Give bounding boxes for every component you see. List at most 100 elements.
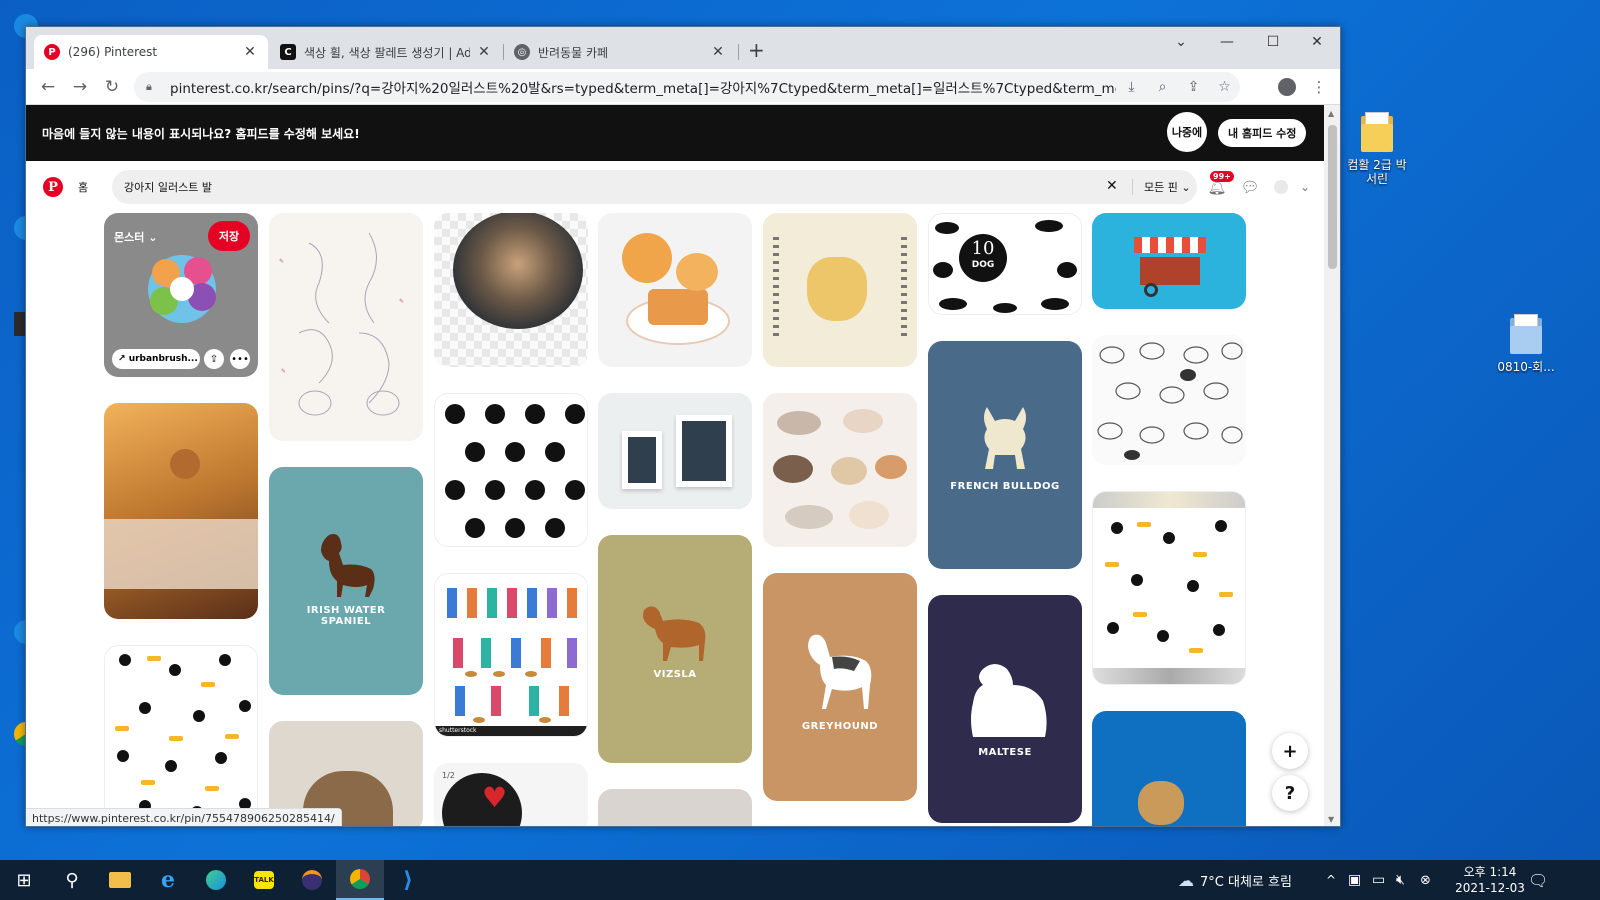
- pin-card-paw-bone-pattern[interactable]: [104, 645, 258, 825]
- pin-card-10-dog-silhouettes[interactable]: 10 DOG: [928, 213, 1082, 315]
- volume-muted-icon[interactable]: 🔇︎: [1396, 860, 1405, 900]
- dog-silhouette-icon: [643, 606, 706, 661]
- back-arrow-icon[interactable]: ←: [32, 77, 64, 97]
- pin-filter-dropdown[interactable]: 모든 핀 ⌄: [1144, 179, 1191, 195]
- pin-card-food-cart[interactable]: [1092, 213, 1246, 309]
- tab-adobe-color[interactable]: C 색상 휠, 색상 팔레트 생성기 | Ad ✕: [270, 35, 502, 69]
- account-chevron-down-icon[interactable]: ⌄: [1294, 177, 1316, 197]
- chrome-icon[interactable]: [336, 860, 384, 900]
- share-icon[interactable]: ⇪: [1178, 79, 1209, 95]
- pin-card-cats[interactable]: [763, 393, 917, 547]
- pin-card-i-love-frenchie[interactable]: 1/2 ♥: [434, 763, 588, 826]
- pin-card-cat-circle[interactable]: [434, 213, 588, 367]
- network-icon[interactable]: ▣: [1348, 860, 1361, 900]
- desktop-icon-folder-2[interactable]: 0810-회...: [1484, 314, 1568, 374]
- pin-card-maltese[interactable]: MALTESE: [928, 595, 1082, 823]
- browser-window: P (296) Pinterest ✕ C 색상 휠, 색상 팔레트 생성기 |…: [25, 26, 1341, 827]
- pin-card-sleeping-girl[interactable]: [104, 403, 258, 619]
- search-input[interactable]: 강아지 일러스트 발 ✕ 모든 핀 ⌄: [112, 170, 1197, 204]
- clock[interactable]: 오후 1:14 2021-12-03: [1455, 864, 1525, 896]
- scroll-up-arrow[interactable]: ▲: [1328, 109, 1334, 118]
- pin-card-photo[interactable]: [598, 789, 752, 826]
- home-link[interactable]: 홈: [78, 179, 88, 195]
- maximize-button[interactable]: ☐: [1250, 27, 1296, 57]
- pinterest-header: P 홈 강아지 일러스트 발 ✕ 모든 핀 ⌄ 🔔︎ 99+ 💬︎ ⌄: [26, 161, 1324, 213]
- pin-label-line2: SPANIEL: [320, 616, 372, 627]
- pin-card-people-walking-dogs[interactable]: shutterstock: [434, 573, 588, 737]
- girl-illustration: [622, 233, 672, 283]
- dog-illustration: [1138, 781, 1184, 825]
- edge-icon[interactable]: [192, 860, 240, 900]
- close-window-button[interactable]: ✕: [1294, 27, 1340, 57]
- pin-card-blue-dog[interactable]: [1092, 711, 1246, 826]
- install-app-icon[interactable]: ⤓: [1116, 79, 1147, 95]
- close-tab-icon[interactable]: ✕: [710, 44, 726, 60]
- pin-card-frames[interactable]: [598, 393, 752, 509]
- share-pin-icon[interactable]: ⇪: [204, 349, 224, 369]
- pinterest-icon: P: [44, 44, 60, 60]
- pin-card-sketch[interactable]: ✎ ✎ ✎: [269, 213, 423, 441]
- internet-explorer-icon[interactable]: e: [144, 860, 192, 900]
- pin-card-french-bulldog[interactable]: FRENCH BULLDOG: [928, 341, 1082, 569]
- avatar[interactable]: [1270, 177, 1292, 197]
- scroll-down-arrow[interactable]: ▼: [1328, 815, 1334, 824]
- file-explorer-icon[interactable]: [96, 860, 144, 900]
- page-scrollbar[interactable]: ▲ ▼: [1324, 105, 1340, 826]
- close-tab-icon[interactable]: ✕: [242, 44, 258, 60]
- pin-card-paw-bone-pattern-2[interactable]: [1092, 491, 1246, 685]
- pinterest-logo-icon[interactable]: P: [43, 177, 63, 197]
- bookmark-star-icon[interactable]: ☆: [1209, 79, 1240, 95]
- source-link[interactable]: ↗ urbanbrush...: [112, 349, 200, 369]
- url-text[interactable]: pinterest.co.kr/search/pins/?q=강아지%20일러스…: [170, 77, 1116, 97]
- help-button[interactable]: ?: [1272, 775, 1308, 811]
- pin-card-vizsla[interactable]: VIZSLA: [598, 535, 752, 763]
- address-bar[interactable]: 🔒︎ pinterest.co.kr/search/pins/?q=강아지%20…: [134, 72, 1240, 102]
- vscode-icon[interactable]: ⟩: [384, 860, 432, 900]
- display-icon[interactable]: ▭: [1372, 860, 1385, 900]
- close-tab-icon[interactable]: ✕: [476, 44, 492, 60]
- pin-card-girl-eating-toast[interactable]: [598, 213, 752, 367]
- create-button[interactable]: +: [1272, 733, 1308, 769]
- tab-title: 색상 휠, 색상 팔레트 생성기 | Ad: [304, 45, 470, 60]
- messages-icon[interactable]: 💬︎: [1239, 177, 1261, 197]
- pin-card-greyhound[interactable]: GREYHOUND: [763, 573, 917, 801]
- lock-icon: 🔒︎: [146, 80, 152, 93]
- save-button[interactable]: 저장: [208, 221, 250, 251]
- later-button[interactable]: 나중에: [1167, 112, 1207, 152]
- ime-icon[interactable]: ⊗: [1420, 860, 1431, 900]
- pin-card-dog-doodles[interactable]: [1092, 335, 1246, 465]
- profile-avatar-icon[interactable]: [1272, 69, 1302, 105]
- windows-start-icon[interactable]: ⊞: [0, 860, 48, 900]
- frame-small: [622, 431, 662, 489]
- weather-widget[interactable]: ☁ 7°C 대체로 흐림: [1178, 860, 1292, 900]
- tab-pinterest[interactable]: P (296) Pinterest ✕: [34, 35, 268, 69]
- shutterstock-bar: shutterstock: [435, 726, 587, 736]
- desktop-icon-folder-1[interactable]: 컴활 2급 박서린: [1335, 112, 1419, 186]
- time-text: 오후 1:14: [1463, 865, 1517, 879]
- heart-icon: ♥: [482, 781, 508, 814]
- tray-overflow-chevron-up-icon[interactable]: ^: [1326, 860, 1336, 900]
- pin-card-paw-logo[interactable]: 몬스터 ⌄ 저장 ↗ urbanbrush... ⇪ •••: [104, 213, 258, 377]
- search-icon[interactable]: ⚲: [48, 860, 96, 900]
- pin-card-paw-pattern[interactable]: [434, 393, 588, 547]
- pin-card-irish-water-spaniel[interactable]: IRISH WATER SPANIEL: [269, 467, 423, 695]
- pin-grid: 몬스터 ⌄ 저장 ↗ urbanbrush... ⇪ ••• ✎ ✎ ✎ IRI…: [26, 213, 1324, 826]
- new-tab-button[interactable]: +: [748, 40, 765, 60]
- tab-search-icon[interactable]: ⌄: [1158, 27, 1204, 57]
- clear-search-icon[interactable]: ✕: [1106, 178, 1118, 194]
- board-selector[interactable]: 몬스터 ⌄: [114, 229, 157, 245]
- minimize-button[interactable]: —: [1204, 27, 1250, 57]
- menu-kebab-icon[interactable]: ⋮: [1304, 69, 1334, 105]
- tab-strip: P (296) Pinterest ✕ C 색상 휠, 색상 팔레트 생성기 |…: [26, 27, 1340, 69]
- edit-homefeed-button[interactable]: 내 홈피드 수정: [1218, 119, 1307, 147]
- action-center-icon[interactable]: 🗨︎: [1528, 860, 1548, 900]
- forward-arrow-icon[interactable]: →: [64, 77, 96, 97]
- tab-pet-cafe[interactable]: ◎ 반려동물 카페 ✕: [504, 35, 736, 69]
- scrollbar-thumb[interactable]: [1328, 125, 1337, 269]
- eclipse-icon[interactable]: [288, 860, 336, 900]
- pin-card-shiba-poem[interactable]: [763, 213, 917, 367]
- kakaotalk-icon[interactable]: TALK: [240, 860, 288, 900]
- more-options-icon[interactable]: •••: [230, 349, 250, 369]
- zoom-icon[interactable]: ⌕: [1147, 79, 1178, 95]
- reload-icon[interactable]: ↻: [96, 77, 128, 97]
